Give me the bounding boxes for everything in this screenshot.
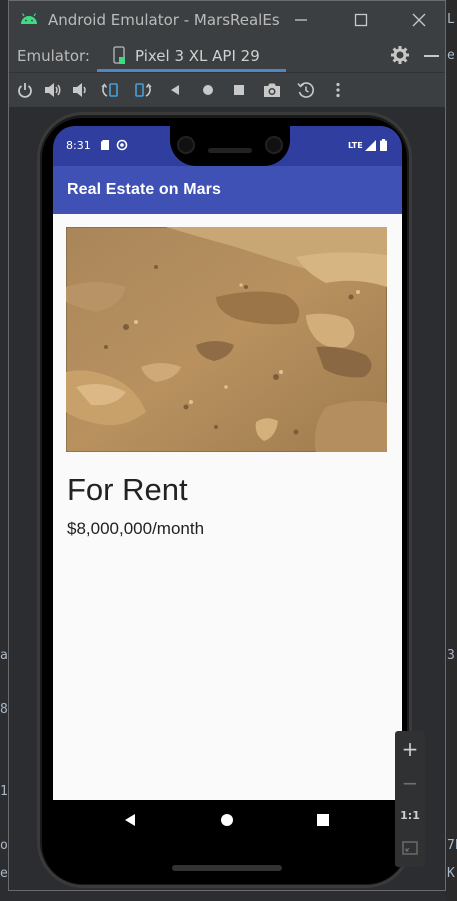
- power-button[interactable]: [14, 79, 36, 101]
- home-icon: [221, 814, 233, 826]
- display-notch: [170, 126, 290, 166]
- volume-down-button[interactable]: [69, 79, 91, 101]
- android-logo-icon: [21, 13, 37, 24]
- app-title: Real Estate on Mars: [67, 181, 221, 198]
- back-button[interactable]: [164, 79, 186, 101]
- gear-icon[interactable]: [390, 45, 410, 65]
- more-options-button[interactable]: [327, 79, 349, 101]
- home-circle-icon: [203, 85, 213, 95]
- mars-property-photo: [66, 227, 387, 452]
- property-detail: For Rent $8,000,000/month: [53, 214, 402, 800]
- android-nav-bar: [53, 800, 402, 840]
- zoom-out-button[interactable]: −: [395, 768, 425, 798]
- snapshot-button[interactable]: [295, 79, 317, 101]
- status-bar: 8:31 LTE: [53, 126, 402, 166]
- emulator-toolbar: [9, 73, 445, 107]
- volume-up-icon: [45, 83, 61, 97]
- front-camera-left: [177, 136, 195, 154]
- ide-text-fragment: e: [447, 48, 455, 63]
- ide-text-fragment: a: [0, 648, 8, 663]
- fit-screen-icon: [402, 841, 418, 855]
- property-type: For Rent: [67, 472, 188, 507]
- property-price: $8,000,000/month: [67, 519, 205, 538]
- signal-icon: [365, 140, 376, 151]
- front-camera-right: [265, 136, 283, 154]
- nav-recents-button[interactable]: [313, 810, 333, 830]
- back-triangle-icon: [171, 85, 179, 95]
- power-icon: [18, 83, 32, 98]
- chin-speaker: [172, 865, 282, 871]
- actual-size-button[interactable]: 1:1: [395, 800, 425, 830]
- screenshot-button[interactable]: [261, 79, 283, 101]
- app-toolbar: Real Estate on Mars: [53, 166, 402, 214]
- device-tab-label: Pixel 3 XL API 29: [135, 47, 260, 65]
- overview-square-icon: [234, 85, 244, 95]
- ide-text-fragment: L: [447, 12, 455, 27]
- window-title: Android Emulator - MarsRealEs: [48, 11, 280, 29]
- close-window-button[interactable]: [407, 9, 431, 31]
- tab-pixel-3-xl[interactable]: Pixel 3 XL API 29: [97, 39, 286, 72]
- nav-home-button[interactable]: [217, 810, 237, 830]
- ide-text-fragment: 3: [447, 648, 455, 663]
- emulator-tab-bar: Emulator: Pixel 3 XL API 29: [9, 39, 445, 73]
- data-saver-icon: [116, 139, 128, 151]
- earpiece-speaker: [208, 148, 252, 153]
- sd-card-icon: [101, 140, 109, 150]
- emulator-label: Emulator:: [17, 47, 90, 65]
- active-tab-indicator: [97, 69, 286, 72]
- minimize-icon: [295, 19, 307, 21]
- hide-panel-icon[interactable]: [424, 55, 439, 57]
- ide-text-fragment: e: [0, 866, 8, 881]
- ide-text-fragment: K: [447, 866, 455, 881]
- ide-text-fragment: 8: [0, 702, 8, 717]
- ide-text-fragment: 7h: [447, 838, 457, 853]
- ide-text-fragment: 1: [0, 784, 8, 799]
- phone-screen: 8:31 LTE Real Estate on Mars For Rent $8…: [53, 126, 402, 840]
- title-bar: Android Emulator - MarsRealEs: [9, 1, 445, 39]
- recents-icon: [317, 814, 329, 826]
- camera-icon: [264, 83, 280, 97]
- network-type-label: LTE: [348, 141, 363, 150]
- snapshot-restore-icon: [297, 82, 314, 98]
- close-icon: [412, 13, 426, 27]
- minimize-window-button[interactable]: [289, 9, 313, 31]
- device-phone-icon: [113, 46, 125, 64]
- rotate-right-button[interactable]: [132, 79, 154, 101]
- ide-text-fragment: o: [0, 838, 8, 853]
- zoom-controls: + − 1:1: [395, 731, 425, 867]
- volume-up-button[interactable]: [42, 79, 64, 101]
- zoom-in-button[interactable]: +: [395, 734, 425, 764]
- battery-icon: [380, 139, 387, 151]
- fit-screen-button[interactable]: [395, 833, 425, 863]
- nav-back-button[interactable]: [120, 810, 140, 830]
- rotate-left-icon: [101, 83, 118, 97]
- more-vertical-icon: [336, 82, 340, 98]
- rotate-left-button[interactable]: [99, 79, 121, 101]
- maximize-icon: [354, 13, 368, 27]
- home-button[interactable]: [197, 79, 219, 101]
- maximize-window-button[interactable]: [349, 9, 373, 31]
- overview-button[interactable]: [228, 79, 250, 101]
- back-icon: [125, 814, 135, 826]
- status-time: 8:31: [66, 139, 91, 152]
- ide-background-strip: [446, 0, 457, 901]
- rotate-right-icon: [135, 83, 152, 97]
- volume-down-icon: [73, 83, 86, 97]
